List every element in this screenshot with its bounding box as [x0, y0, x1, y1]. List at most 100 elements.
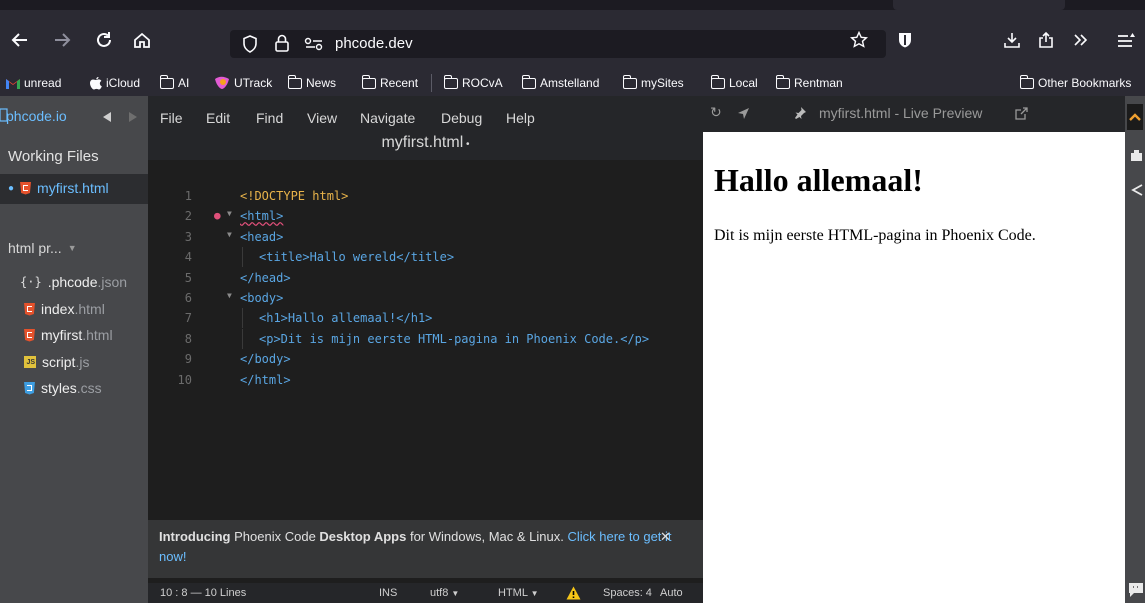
- warning-icon[interactable]: [566, 586, 581, 600]
- bookmark-icloud[interactable]: iCloud: [90, 75, 140, 91]
- reload-icon: [97, 32, 111, 47]
- language-dropdown[interactable]: HTML ▼: [498, 587, 539, 599]
- file-name: myfirst: [37, 180, 79, 196]
- permissions-icon[interactable]: [304, 37, 324, 51]
- downloads-button[interactable]: [998, 26, 1026, 54]
- bookmark-folder-rentman[interactable]: Rentman: [775, 74, 843, 91]
- line-number: 10: [177, 372, 192, 387]
- reload-button[interactable]: [90, 26, 118, 54]
- fold-arrow-icon[interactable]: ▼: [227, 225, 232, 245]
- bookmark-folder-news[interactable]: News: [287, 74, 336, 91]
- chat-icon[interactable]: [1128, 582, 1144, 598]
- live-preview-button[interactable]: [1127, 104, 1143, 130]
- line-number: 3: [184, 229, 192, 244]
- bookmark-folder-ai[interactable]: AI: [159, 74, 189, 91]
- folder-icon: [361, 74, 376, 89]
- code-line: 9 </body>: [148, 349, 703, 369]
- insert-mode[interactable]: INS: [379, 587, 397, 599]
- auto-indent-toggle[interactable]: Auto: [660, 587, 683, 599]
- code-line: 10 </html>: [148, 370, 703, 390]
- file-script-js[interactable]: JS script.js: [24, 354, 89, 370]
- menu-button[interactable]: [1112, 26, 1140, 54]
- working-file-myfirst[interactable]: ● myfirst.html: [8, 180, 109, 196]
- cursor-position[interactable]: 10 : 8 — 10 Lines: [160, 587, 246, 599]
- lock-icon[interactable]: [274, 34, 290, 52]
- close-icon[interactable]: ✕: [660, 527, 671, 547]
- file-styles-css[interactable]: styles.css: [24, 380, 102, 396]
- tracking-shield-icon[interactable]: [242, 35, 258, 53]
- bookmark-label: Recent: [380, 76, 419, 90]
- bookmark-label: Amstelland: [540, 76, 600, 90]
- menu-edit[interactable]: Edit: [206, 110, 230, 126]
- other-bookmarks[interactable]: Other Bookmarks: [1019, 74, 1131, 91]
- code-line: 8 <p>Dit is mijn eerste HTML-pagina in Ph…: [148, 328, 703, 349]
- encoding-dropdown[interactable]: utf8 ▼: [430, 587, 459, 599]
- bookmark-star-button[interactable]: [845, 26, 873, 54]
- html-file-icon: [24, 328, 35, 342]
- menu-navigate[interactable]: Navigate: [360, 110, 415, 126]
- url-text[interactable]: phcode.dev: [335, 35, 413, 52]
- bookmark-folder-mysites[interactable]: mySites: [622, 74, 684, 91]
- file-phcode-json[interactable]: {·} .phcode.json: [20, 274, 127, 290]
- indent-guide: [242, 247, 243, 268]
- more-tools-button[interactable]: [1066, 26, 1094, 54]
- indent-setting[interactable]: Spaces: 4: [603, 587, 652, 599]
- forward-button[interactable]: [48, 26, 76, 54]
- reload-icon[interactable]: ↻: [710, 104, 722, 121]
- bookmark-unread[interactable]: unread: [6, 75, 61, 91]
- line-number: 5: [184, 270, 192, 285]
- line-number: 7: [184, 311, 192, 326]
- preview-toolbar: ↻ myfirst.html - Live Preview: [703, 96, 1125, 132]
- project-folder-name: html pr...: [8, 240, 62, 256]
- browser-tab[interactable]: [893, 0, 1065, 10]
- menu-view[interactable]: View: [307, 110, 337, 126]
- document-title-text: myfirst.html: [381, 134, 464, 151]
- preview-paragraph: Dit is mijn eerste HTML-pagina in Phoeni…: [714, 227, 1036, 244]
- bookmarks-toolbar: unread iCloud AI UTrack News Recent ROCv…: [0, 70, 1145, 96]
- bookmark-folder-local[interactable]: Local: [710, 74, 758, 91]
- menu-file[interactable]: File: [160, 110, 183, 126]
- share-button[interactable]: [1032, 26, 1060, 54]
- fold-arrow-icon[interactable]: ▼: [227, 286, 232, 306]
- url-bar[interactable]: phcode.dev: [230, 30, 886, 58]
- home-button[interactable]: [128, 26, 156, 54]
- bookmark-folder-rocva[interactable]: ROCvA: [443, 74, 503, 91]
- file-index-html[interactable]: index.html: [24, 301, 105, 317]
- menu-debug[interactable]: Debug: [441, 110, 482, 126]
- project-dropdown[interactable]: html pr... ▼: [8, 240, 77, 256]
- bookmark-folder-recent[interactable]: Recent: [361, 74, 419, 91]
- file-ext: .css: [76, 380, 102, 396]
- bitwarden-shield-icon: [899, 33, 911, 48]
- live-preview-pane: ↻ myfirst.html - Live Preview Hallo alle…: [703, 96, 1125, 603]
- code-text: <!DOCTYPE html>: [240, 189, 349, 203]
- code-text: </html>: [240, 372, 291, 387]
- bookmark-folder-amstelland[interactable]: Amstelland: [521, 74, 600, 91]
- code-area[interactable]: 1 <!DOCTYPE html> 2 ● ▼ <html> 3 ▼ <head> 4 <ti…: [148, 186, 703, 390]
- js-file-icon: JS: [24, 356, 36, 368]
- back-button[interactable]: [6, 26, 34, 54]
- share-icon[interactable]: [1131, 184, 1143, 196]
- navigate-arrow-icon[interactable]: [737, 107, 750, 120]
- menu-find[interactable]: Find: [256, 110, 283, 126]
- menu-help[interactable]: Help: [506, 110, 535, 126]
- notif-platforms: for Windows, Mac & Linux.: [409, 529, 564, 544]
- line-number: 9: [184, 352, 192, 367]
- project-title[interactable]: phcode.io: [6, 108, 67, 124]
- notif-product: Phoenix Code: [234, 529, 316, 544]
- fold-arrow-icon[interactable]: ▼: [227, 204, 232, 224]
- working-files-heading: Working Files: [8, 148, 99, 165]
- file-myfirst-html[interactable]: myfirst.html: [24, 327, 113, 343]
- nav-forward-icon[interactable]: [128, 112, 137, 122]
- error-marker-icon[interactable]: ●: [214, 206, 221, 226]
- document-title: myfirst.html •: [148, 134, 703, 152]
- bookmark-utrack[interactable]: UTrack: [214, 75, 272, 91]
- bitwarden-button[interactable]: [891, 26, 919, 54]
- file-ext: .html: [82, 327, 113, 343]
- nav-back-icon[interactable]: [103, 112, 112, 122]
- pin-icon[interactable]: [793, 106, 807, 120]
- preview-title: myfirst.html - Live Preview: [819, 105, 983, 121]
- code-line: 5 </head>: [148, 268, 703, 288]
- chevron-down-icon: ▼: [451, 589, 460, 598]
- external-link-icon[interactable]: [1015, 107, 1028, 120]
- extensions-icon[interactable]: [1131, 150, 1143, 162]
